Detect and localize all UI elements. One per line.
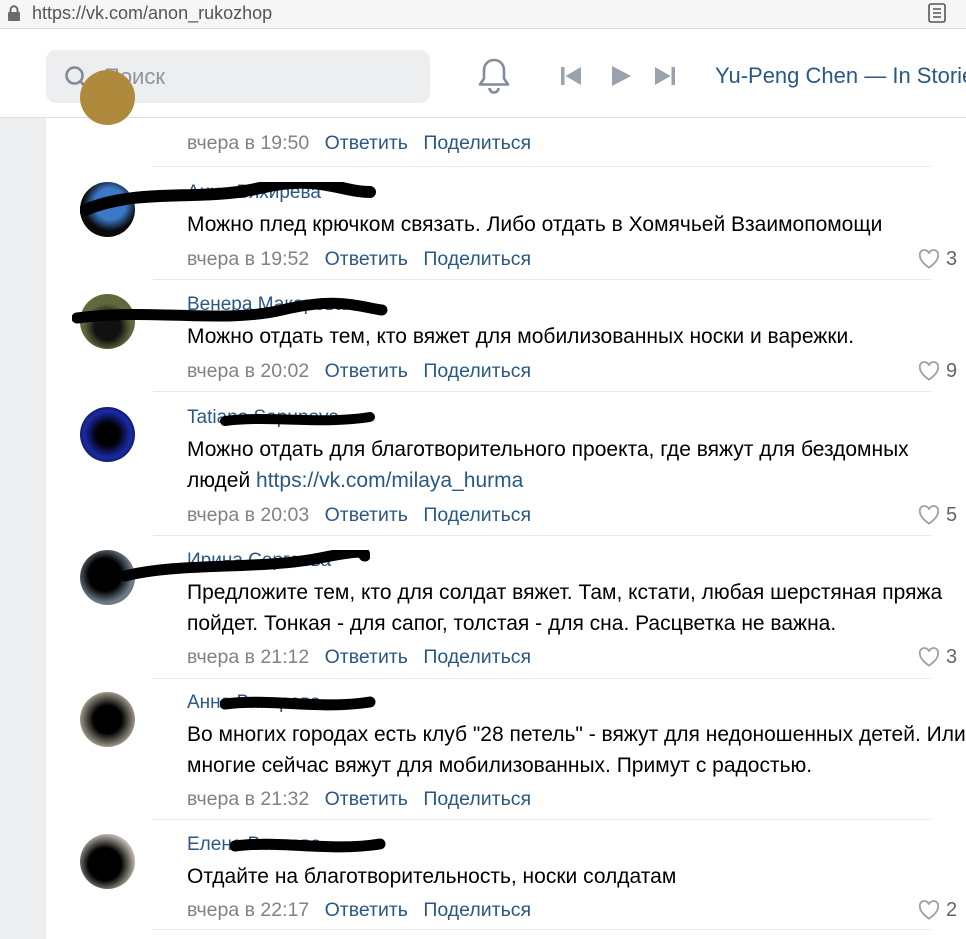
comment-author[interactable]: Венера Макарова	[187, 294, 345, 316]
notifications-bell-icon[interactable]	[476, 57, 512, 100]
like-count: 2	[946, 899, 958, 921]
browser-url-bar[interactable]: https://vk.com/anon_rukozhop	[0, 0, 966, 29]
comment-author[interactable]: Tatiana Sapunova	[187, 407, 339, 429]
like-button[interactable]: 2	[918, 899, 957, 922]
comment-author[interactable]: Ирина Сергеева	[187, 550, 331, 572]
avatar[interactable]	[80, 294, 135, 349]
heart-icon	[918, 647, 940, 667]
like-count: 5	[946, 504, 958, 526]
comment-date[interactable]: вчера в 20:02	[187, 360, 309, 382]
reader-mode-icon[interactable]	[928, 3, 946, 28]
previous-track-icon[interactable]	[560, 65, 582, 92]
comment-meta: вчера в 22:17 Ответить Поделиться	[187, 899, 541, 922]
reply-link[interactable]: Ответить	[325, 788, 408, 810]
avatar[interactable]	[80, 692, 135, 747]
comment-date[interactable]: вчера в 19:52	[187, 248, 309, 270]
comment-date[interactable]: вчера в 22:17	[187, 899, 309, 921]
comment-text: Отдайте на благотворительность, носки со…	[187, 865, 677, 888]
comment-author[interactable]: Анна Викарова	[187, 692, 321, 714]
reply-link[interactable]: Ответить	[325, 899, 408, 921]
comment-author[interactable]: Анна Вяхирева	[187, 182, 321, 204]
like-count: 3	[946, 646, 958, 668]
play-icon[interactable]	[610, 65, 632, 92]
heart-icon	[918, 900, 940, 920]
avatar[interactable]	[80, 550, 135, 605]
site-header: Yu-Peng Chen — In Stories We Find Oursel…	[0, 29, 966, 118]
share-link[interactable]: Поделиться	[423, 132, 531, 154]
reply-link[interactable]: Ответить	[325, 646, 408, 668]
reply-link[interactable]: Ответить	[325, 248, 408, 270]
share-link[interactable]: Поделиться	[423, 248, 531, 270]
divider	[153, 678, 931, 679]
comment-date[interactable]: вчера в 21:32	[187, 788, 309, 810]
url-text[interactable]: https://vk.com/anon_rukozhop	[32, 3, 272, 24]
avatar[interactable]	[80, 407, 135, 462]
heart-icon	[918, 249, 940, 269]
heart-icon	[918, 361, 940, 381]
comment-text: Можно отдать для благотворительного прое…	[187, 438, 909, 492]
like-count: 3	[946, 248, 958, 270]
comment-meta: вчера в 19:50 Ответить Поделиться	[187, 132, 541, 155]
divider	[153, 535, 931, 536]
share-link[interactable]: Поделиться	[423, 504, 531, 526]
comment-meta: вчера в 19:52 Ответить Поделиться	[187, 248, 541, 271]
like-count: 9	[946, 360, 958, 382]
share-link[interactable]: Поделиться	[423, 646, 531, 668]
comment-date[interactable]: вчера в 19:50	[187, 132, 309, 154]
reply-link[interactable]: Ответить	[325, 504, 408, 526]
avatar[interactable]	[80, 182, 135, 237]
comment-meta: вчера в 20:03 Ответить Поделиться	[187, 504, 541, 527]
comment-meta: вчера в 21:32 Ответить Поделиться	[187, 788, 541, 811]
heart-icon	[918, 505, 940, 525]
avatar[interactable]	[80, 70, 135, 125]
comment-text: Можно отдать тем, кто вяжет для мобилизо…	[187, 325, 855, 348]
avatar[interactable]	[80, 834, 135, 889]
comment-link[interactable]: https://vk.com/milaya_hurma	[256, 469, 523, 492]
now-playing-track[interactable]: Yu-Peng Chen — In Stories We Find Oursel…	[715, 63, 966, 89]
comment-author[interactable]: Елена Волкова	[187, 834, 321, 856]
comment-meta: вчера в 21:12 Ответить Поделиться	[187, 646, 541, 669]
share-link[interactable]: Поделиться	[423, 360, 531, 382]
comment-text: Можно плед крючком связать. Либо отдать …	[187, 213, 883, 236]
lock-icon	[7, 5, 21, 27]
like-button[interactable]: 3	[918, 646, 957, 669]
comments-list: вчера в 19:50 Ответить Поделиться Анна В…	[46, 70, 966, 939]
next-track-icon[interactable]	[654, 65, 676, 92]
comment-text: Во многих городах есть клуб "28 петель" …	[187, 723, 966, 777]
like-button[interactable]: 9	[918, 360, 957, 383]
divider	[153, 391, 931, 392]
reply-link[interactable]: Ответить	[325, 132, 408, 154]
comment-text: Предложите тем, кто для солдат вяжет. Та…	[187, 581, 943, 635]
divider	[153, 279, 931, 280]
comment-meta: вчера в 20:02 Ответить Поделиться	[187, 360, 541, 383]
share-link[interactable]: Поделиться	[423, 788, 531, 810]
divider	[153, 166, 931, 167]
like-button[interactable]: 3	[918, 248, 957, 271]
search-input[interactable]	[102, 58, 416, 96]
like-button[interactable]: 5	[918, 504, 957, 527]
divider	[153, 819, 931, 820]
divider	[153, 929, 931, 930]
reply-link[interactable]: Ответить	[325, 360, 408, 382]
comment-date[interactable]: вчера в 20:03	[187, 504, 309, 526]
share-link[interactable]: Поделиться	[423, 899, 531, 921]
comment-date[interactable]: вчера в 21:12	[187, 646, 309, 668]
